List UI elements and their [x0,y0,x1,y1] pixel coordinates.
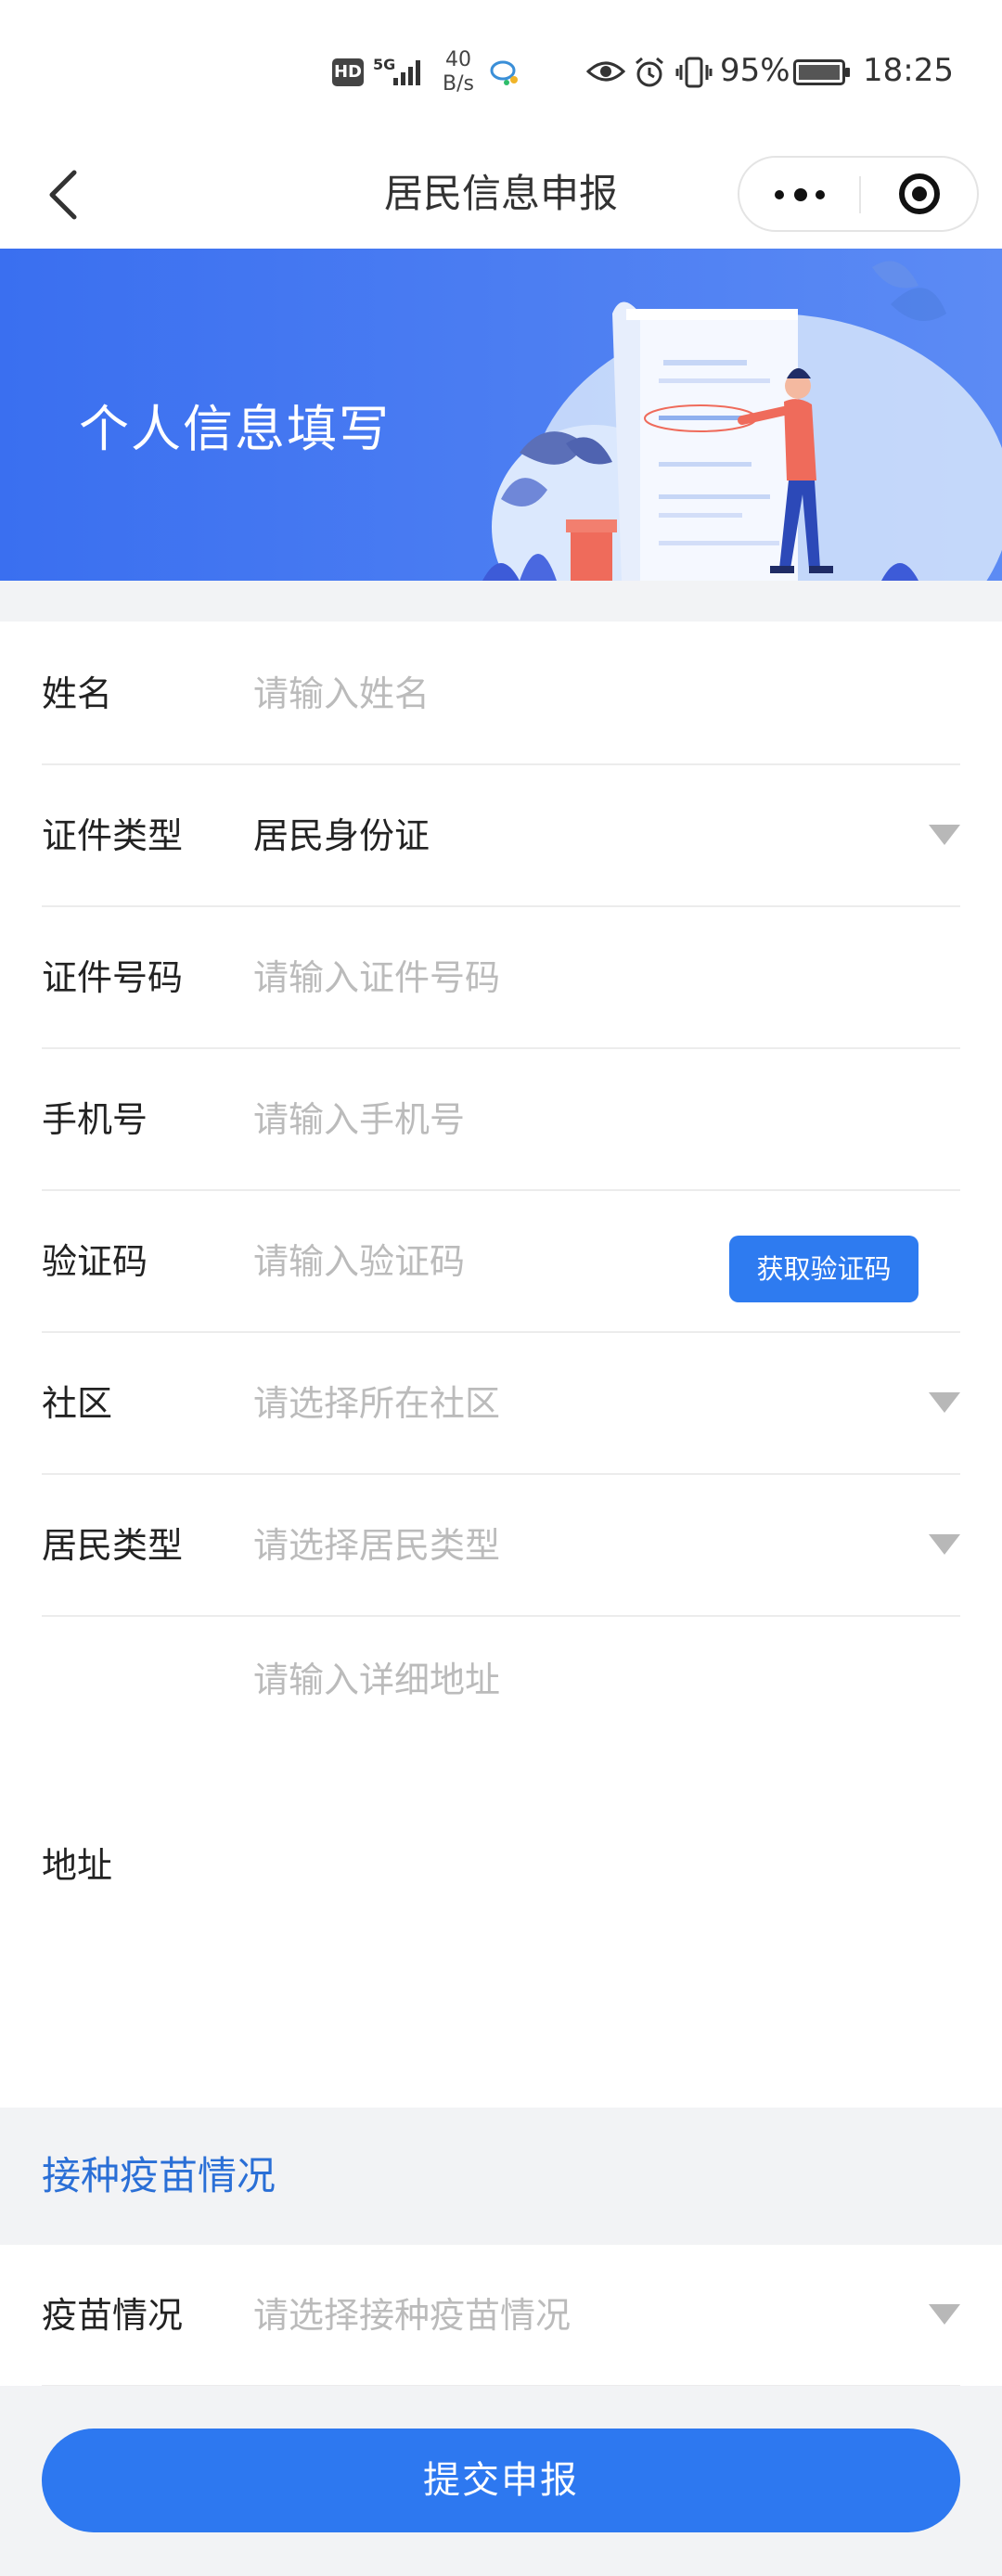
clock: 18:25 [863,52,954,89]
battery-percent: 95% [720,52,790,89]
resident-type-select[interactable]: 请选择居民类型 [253,1475,500,1617]
footer-bar: 提交申报 [0,2386,1002,2576]
mini-program-capsule [738,156,979,232]
id-number-label: 证件号码 [42,957,184,998]
close-mini-program-button[interactable] [861,158,979,230]
phone-label: 手机号 [42,1099,148,1140]
alarm-icon [636,57,663,87]
form-row-community[interactable]: 社区 请选择所在社区 [42,1333,960,1475]
get-code-button[interactable]: 获取验证码 [729,1236,918,1302]
form-row-id-number: 证件号码 请输入证件号码 [42,907,960,1049]
id-type-label: 证件类型 [42,815,184,856]
nav-bar: 居民信息申报 [0,139,1002,249]
resident-type-label: 居民类型 [42,1525,184,1566]
id-type-select[interactable]: 居民身份证 [253,765,430,907]
address-label: 地址 [42,1845,113,1886]
name-input[interactable]: 请输入姓名 [253,623,430,765]
id-number-input[interactable]: 请输入证件号码 [253,907,500,1049]
address-textarea[interactable]: 请输入详细地址 [253,1651,500,1702]
signal-icon [393,60,420,85]
community-label: 社区 [42,1383,113,1424]
community-select[interactable]: 请选择所在社区 [253,1333,500,1475]
vaccine-select[interactable]: 请选择接种疫苗情况 [253,2245,571,2387]
header-banner: 个人信息填写 [0,249,1002,581]
dropdown-caret-icon[interactable] [929,1392,960,1413]
vaccine-form: 疫苗情况 请选择接种疫苗情况 [0,2245,1002,2387]
form-row-id-type[interactable]: 证件类型 居民身份证 [42,765,960,907]
network-speed: 40 B/s [443,48,474,96]
hd-icon: HD [332,58,364,86]
form-row-address: 请输入详细地址 地址 [42,1614,960,2106]
form-illustration [482,261,1002,581]
form-row-vaccine[interactable]: 疫苗情况 请选择接种疫苗情况 [42,2245,960,2387]
form-row-name: 姓名 请输入姓名 [42,623,960,765]
dropdown-caret-icon[interactable] [929,2304,960,2325]
network-type: 5G [373,56,396,73]
dropdown-caret-icon[interactable] [929,1534,960,1555]
phone-input[interactable]: 请输入手机号 [253,1049,465,1191]
form-row-phone: 手机号 请输入手机号 [42,1049,960,1191]
code-label: 验证码 [42,1241,148,1282]
dropdown-caret-icon[interactable] [929,825,960,845]
form-row-resident-type[interactable]: 居民类型 请选择居民类型 [42,1475,960,1617]
vaccine-section-header: 接种疫苗情况 [0,2108,1002,2245]
more-menu-button[interactable] [739,158,859,230]
code-input[interactable]: 请输入验证码 [253,1191,465,1333]
submit-button[interactable]: 提交申报 [42,2429,960,2532]
chat-bubble-icon [490,60,518,85]
status-bar: HD 5G 40 B/s 95% 18:25 [0,0,1002,139]
vaccine-label: 疫苗情况 [42,2295,184,2336]
eye-icon [586,61,625,82]
name-label: 姓名 [42,673,113,714]
section-title: 接种疫苗情况 [42,2153,276,2198]
battery-icon [793,59,850,85]
vibrate-icon [675,57,713,88]
banner-title: 个人信息填写 [79,400,391,458]
